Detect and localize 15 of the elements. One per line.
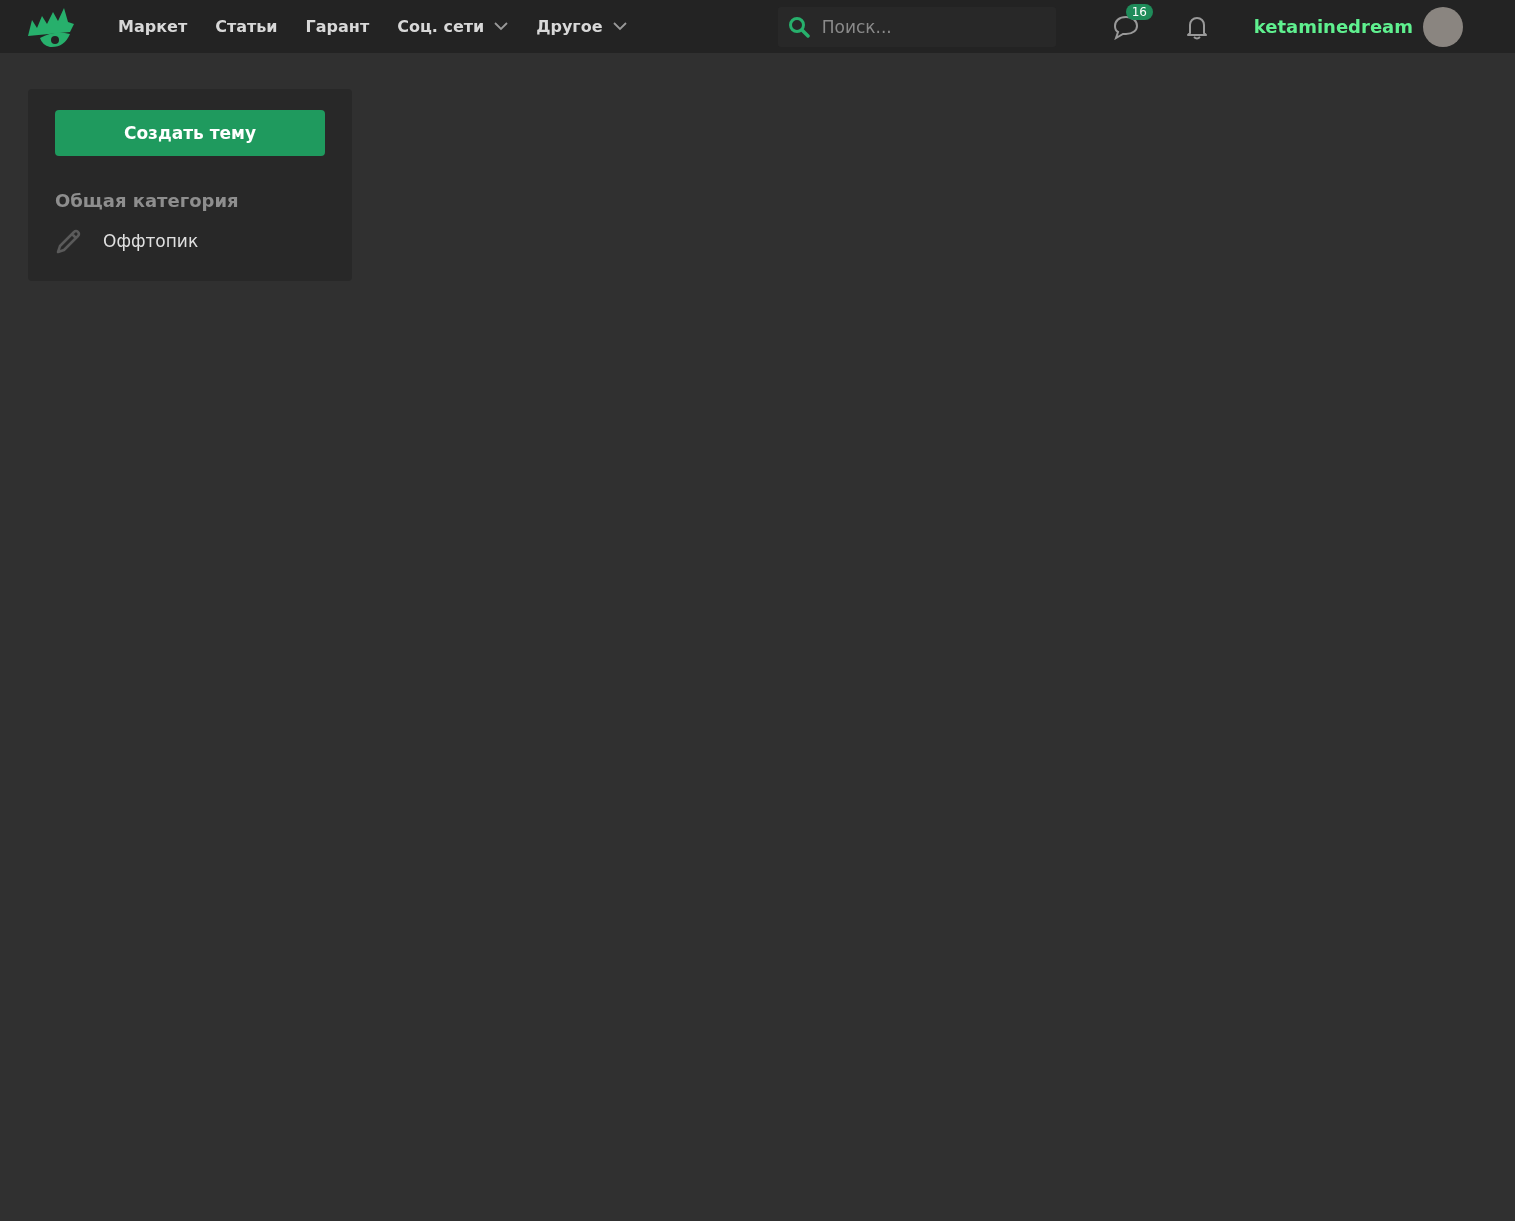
chevron-down-icon xyxy=(612,22,627,31)
chevron-down-icon xyxy=(494,22,509,31)
nav-link[interactable]: Статьи xyxy=(201,17,292,36)
forum-link[interactable]: Оффтопик xyxy=(103,231,199,251)
nav-link[interactable]: Маркет xyxy=(104,17,202,36)
message-count-badge: 16 xyxy=(1125,3,1153,20)
nav-link[interactable]: Другое xyxy=(522,17,641,36)
avatar-placeholder[interactable] xyxy=(1423,6,1463,47)
pencil-icon xyxy=(55,227,83,255)
create-topic-button[interactable]: Создать тему xyxy=(55,110,325,156)
category-heading: Общая категория xyxy=(55,190,240,211)
username-link[interactable]: ketaminedream xyxy=(1253,16,1413,37)
nav-link[interactable]: Соц. сети xyxy=(383,17,523,36)
search-field[interactable]: Поиск... xyxy=(777,6,1056,47)
nav-link[interactable]: Гарант xyxy=(291,17,384,36)
